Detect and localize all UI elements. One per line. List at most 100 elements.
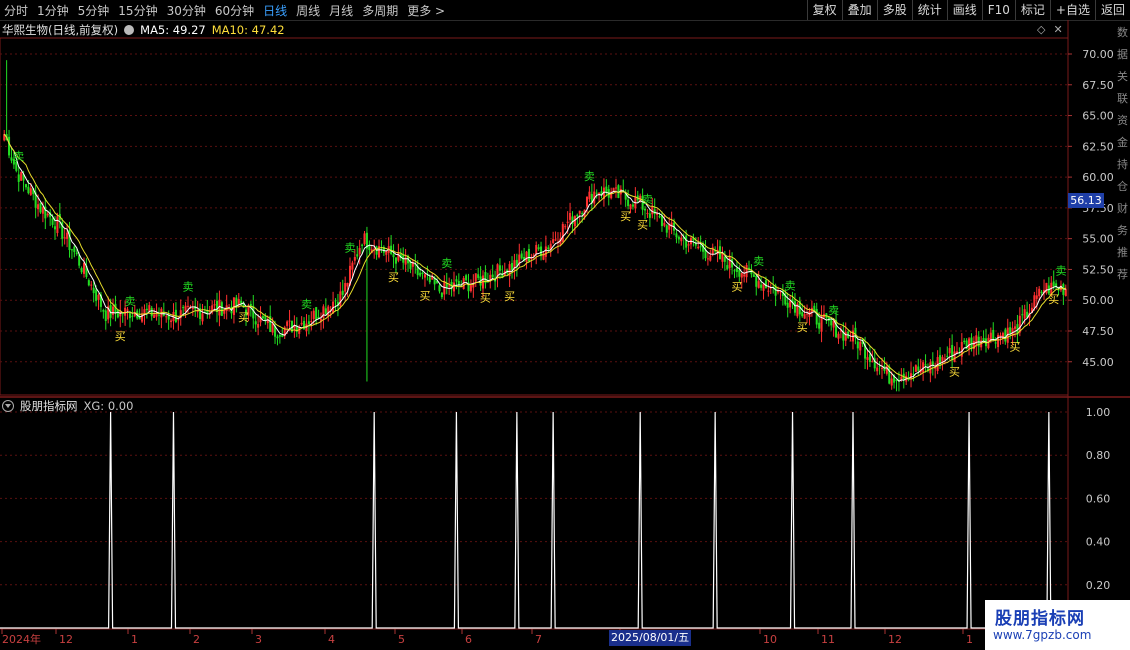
sell-signal: 卖 xyxy=(345,242,356,255)
candle-body xyxy=(929,362,932,374)
candle-body xyxy=(815,308,818,325)
candle-body xyxy=(346,283,349,287)
candle-body xyxy=(740,273,743,278)
right-strip-char[interactable]: 联 xyxy=(1117,88,1130,110)
candle-body xyxy=(511,262,514,271)
sell-signal: 卖 xyxy=(182,280,193,293)
candle-body xyxy=(629,204,632,210)
candle-body xyxy=(994,342,997,344)
current-price-tag: 56.13 xyxy=(1068,193,1104,208)
candle-body xyxy=(278,334,281,337)
right-strip-char[interactable]: 金 xyxy=(1117,132,1130,154)
candle-body xyxy=(547,247,550,250)
candle-body xyxy=(764,280,767,289)
candle-body xyxy=(150,307,153,317)
candle-body xyxy=(578,210,581,214)
kline-chart[interactable]: 70.0067.5065.0062.5060.0057.5055.0052.50… xyxy=(0,0,1130,650)
candle-body xyxy=(186,305,190,307)
stock-name[interactable]: 华熙生物(日线,前复权) xyxy=(2,22,118,38)
sub-y-tick-label: 0.60 xyxy=(1086,492,1111,505)
candle-body xyxy=(452,282,456,292)
buy-signal: 买 xyxy=(797,321,808,334)
candle-body xyxy=(561,224,564,242)
candle-body xyxy=(535,244,538,255)
right-strip-char[interactable]: 据 xyxy=(1117,44,1130,66)
candle-body xyxy=(871,361,874,363)
y-tick-label: 60.00 xyxy=(1082,171,1114,184)
indicator-name[interactable]: 股朋指标网 xyxy=(20,398,78,414)
indicator-dropdown-icon[interactable] xyxy=(2,400,14,412)
candle-body xyxy=(706,258,709,260)
right-strip-char[interactable]: 财 xyxy=(1117,198,1130,220)
candle-body xyxy=(394,257,397,264)
candle-body xyxy=(697,246,700,249)
candle-body xyxy=(687,244,690,246)
right-strip-char[interactable]: 荐 xyxy=(1117,264,1130,286)
candle-body xyxy=(595,192,598,194)
candle-body xyxy=(648,213,651,218)
candle-body xyxy=(341,290,344,295)
candle-body xyxy=(1064,288,1067,296)
candle-body xyxy=(1055,283,1058,287)
sub-y-tick-label: 0.40 xyxy=(1086,536,1111,549)
ma10-line xyxy=(3,133,1066,380)
x-tick-label: 1 xyxy=(131,633,138,646)
candle-body xyxy=(339,291,342,306)
candle-body xyxy=(131,315,134,317)
candle-body xyxy=(914,365,917,372)
candle-body xyxy=(912,373,915,375)
candle-body xyxy=(786,302,789,308)
sell-signal: 卖 xyxy=(753,255,764,268)
candle-body xyxy=(525,251,528,263)
candle-body xyxy=(356,254,359,257)
candle-body xyxy=(276,336,279,339)
buy-signal: 买 xyxy=(949,365,960,378)
watermark-url: www.7gpzb.com xyxy=(993,628,1092,642)
candle-body xyxy=(474,273,477,282)
sell-signal: 卖 xyxy=(301,298,312,311)
right-strip-char[interactable]: 数 xyxy=(1117,22,1130,44)
candle-body xyxy=(82,262,86,274)
close-icon[interactable]: ✕ xyxy=(1053,23,1062,36)
right-strip-char[interactable]: 务 xyxy=(1117,220,1130,242)
candle-body xyxy=(298,327,301,334)
candle-body xyxy=(288,320,291,322)
candle-body xyxy=(148,305,151,312)
y-tick-label: 65.00 xyxy=(1082,110,1114,123)
candle-body xyxy=(527,248,530,262)
candle-body xyxy=(554,239,557,241)
candle-body xyxy=(145,308,148,311)
right-strip-char[interactable]: 推 xyxy=(1117,242,1130,264)
candle-body xyxy=(552,239,555,243)
candle-body xyxy=(735,267,738,273)
candle-body xyxy=(627,199,630,206)
candle-body xyxy=(95,289,98,301)
right-side-strip: 数据关联资金持仓财务推荐 xyxy=(1117,22,1130,286)
candle-body xyxy=(1035,295,1038,299)
candle-body xyxy=(709,255,712,261)
right-strip-char[interactable]: 持 xyxy=(1117,154,1130,176)
sub-y-tick-label: 0.20 xyxy=(1086,579,1111,592)
xg-value: XG: 0.00 xyxy=(83,399,134,413)
candle-body xyxy=(438,285,441,292)
candle-body xyxy=(663,222,666,226)
candle-body xyxy=(421,272,424,274)
candle-body xyxy=(141,313,144,322)
diamond-icon[interactable]: ◇ xyxy=(1037,23,1045,36)
candle-body xyxy=(537,247,540,250)
right-strip-char[interactable]: 仓 xyxy=(1117,176,1130,198)
right-strip-char[interactable]: 关 xyxy=(1117,66,1130,88)
candle-body xyxy=(312,310,315,320)
settings-dot-icon[interactable] xyxy=(124,25,135,35)
candle-body xyxy=(745,265,748,278)
candle-body xyxy=(752,274,755,277)
candle-body xyxy=(491,274,494,278)
candle-body xyxy=(455,279,458,282)
candle-body xyxy=(849,340,852,342)
candle-body xyxy=(51,218,54,225)
sub-y-tick-label: 0.80 xyxy=(1086,449,1111,462)
candle-body xyxy=(39,202,42,213)
candle-body xyxy=(334,300,337,302)
right-strip-char[interactable]: 资 xyxy=(1117,110,1130,132)
buy-signal: 买 xyxy=(388,271,399,284)
